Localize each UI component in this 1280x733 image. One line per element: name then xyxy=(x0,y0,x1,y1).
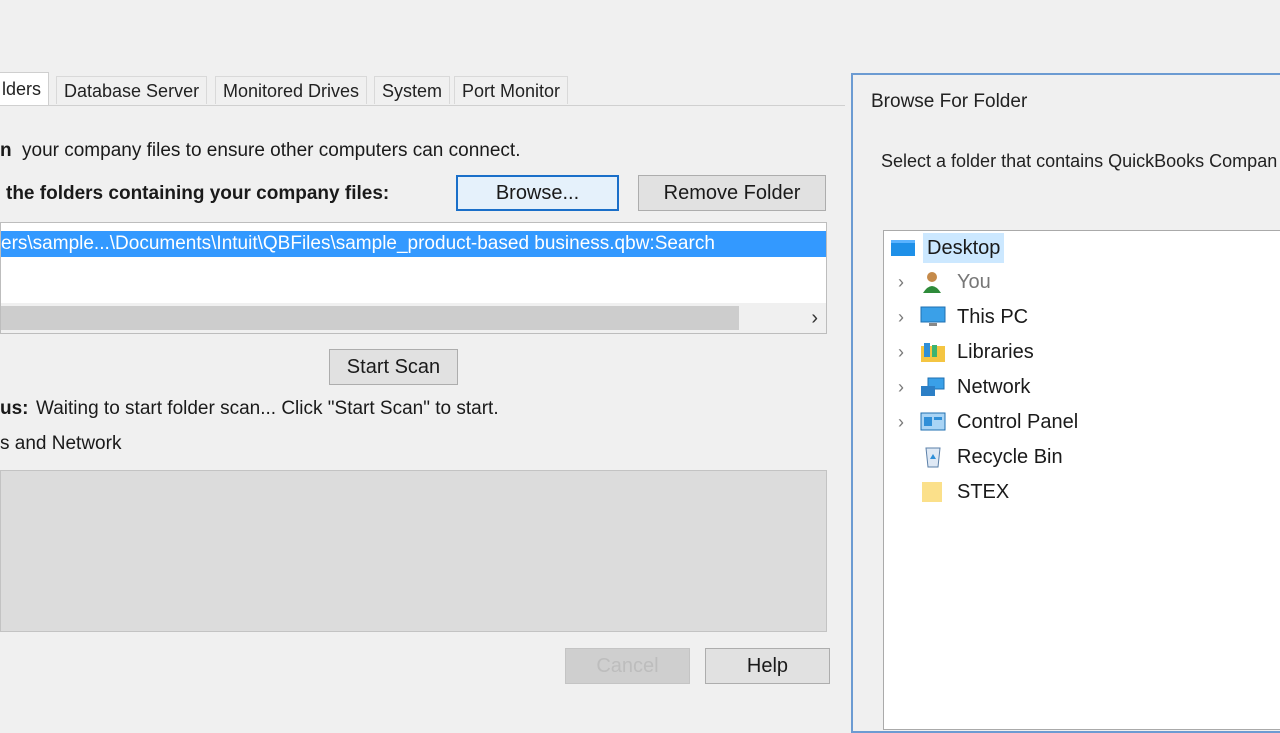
expand-chevron-icon[interactable]: › xyxy=(898,337,904,367)
tab-database-server[interactable]: Database Server xyxy=(56,76,208,104)
libraries-icon xyxy=(921,343,945,362)
browse-button[interactable]: Browse... xyxy=(456,175,619,211)
scroll-right-arrow-icon[interactable]: › xyxy=(811,306,818,330)
horizontal-scrollbar[interactable]: › xyxy=(1,303,826,333)
qb-file-manager-window: lders Database Server Monitored Drives S… xyxy=(0,0,850,719)
tree-item-label: Control Panel xyxy=(957,411,1079,433)
tree-item-label: Recycle Bin xyxy=(957,446,1063,468)
control-panel-icon xyxy=(920,412,946,431)
dialog-title: Browse For Folder xyxy=(871,91,1028,112)
section-label: s and Network xyxy=(0,433,122,454)
intro-text: your company files to ensure other compu… xyxy=(22,140,521,161)
tab-port-monitor[interactable]: Port Monitor xyxy=(454,76,569,104)
start-scan-button[interactable]: Start Scan xyxy=(329,349,458,385)
tree-item-label: Network xyxy=(957,376,1031,398)
scan-results-area xyxy=(0,470,827,632)
scrollbar-thumb[interactable] xyxy=(1,306,739,330)
recycle-bin-icon xyxy=(925,447,941,468)
folder-list[interactable]: ers\sample...\Documents\Intuit\QBFiles\s… xyxy=(0,222,827,334)
folder-icon xyxy=(922,482,942,502)
tab-divider xyxy=(0,105,845,106)
expand-chevron-icon[interactable]: › xyxy=(898,372,904,402)
desktop-icon xyxy=(891,240,915,256)
tab-folders[interactable]: lders xyxy=(0,72,50,106)
browse-for-folder-dialog: Browse For Folder Select a folder that c… xyxy=(851,73,1280,733)
expand-chevron-icon[interactable]: › xyxy=(898,302,904,332)
computer-icon xyxy=(920,306,946,326)
expand-chevron-icon[interactable]: › xyxy=(898,407,904,437)
cancel-button[interactable]: Cancel xyxy=(565,648,690,684)
folder-tree[interactable]: Desktop › You › This PC › Libraries › Ne… xyxy=(883,230,1280,730)
tree-item-label: Libraries xyxy=(957,341,1034,363)
remove-folder-button[interactable]: Remove Folder xyxy=(638,175,826,211)
tree-item-label: Desktop xyxy=(923,233,1005,263)
user-icon xyxy=(923,272,941,293)
folders-label: the folders containing your company file… xyxy=(6,183,390,204)
tab-monitored-drives[interactable]: Monitored Drives xyxy=(215,76,368,104)
selected-folder-path[interactable]: ers\sample...\Documents\Intuit\QBFiles\s… xyxy=(1,231,826,257)
network-icon xyxy=(921,377,945,396)
tree-item-label: This PC xyxy=(957,306,1029,328)
tree-item-label: You xyxy=(957,271,991,293)
tree-item-label: STEX xyxy=(957,481,1010,503)
intro-bold-text: n xyxy=(0,140,12,161)
help-button[interactable]: Help xyxy=(705,648,830,684)
dialog-instruction: Select a folder that contains QuickBooks… xyxy=(881,151,1278,171)
tab-strip: lders Database Server Monitored Drives S… xyxy=(0,72,850,106)
status-text: Waiting to start folder scan... Click "S… xyxy=(36,398,499,419)
tab-system[interactable]: System xyxy=(374,76,451,104)
status-label: us: xyxy=(0,398,29,419)
expand-chevron-icon[interactable]: › xyxy=(898,267,904,297)
